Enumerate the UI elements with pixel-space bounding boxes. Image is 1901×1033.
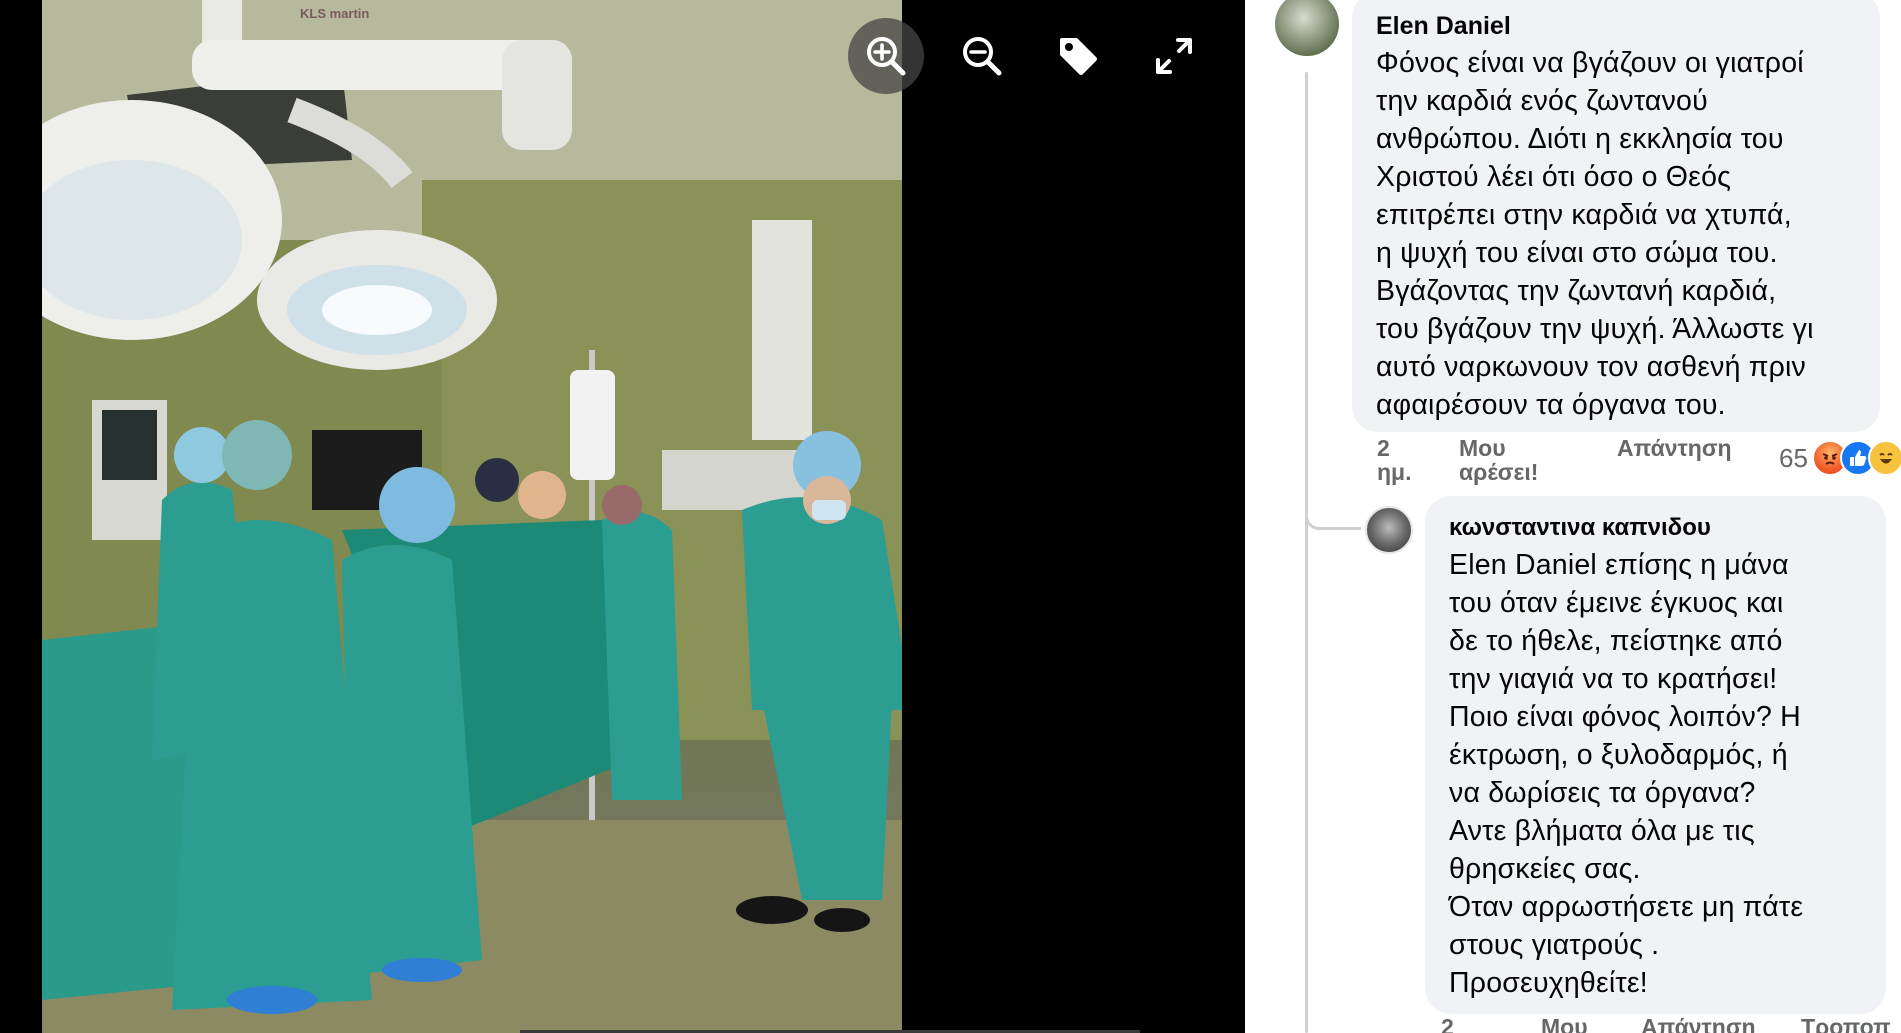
comment-bubble: κωνσταντινα καπνιδου Elen Daniel επίσης …	[1425, 496, 1886, 1014]
reaction-count: 65	[1779, 442, 1808, 473]
zoom-out-button[interactable]	[958, 20, 1006, 92]
operating-room-photo: KLS martin	[42, 0, 902, 1033]
comment-actions: 2 Μου Απάντηση Τροποπ	[1441, 1012, 1891, 1033]
reply-connector	[1305, 488, 1361, 530]
comment-time[interactable]: 2	[1441, 1012, 1541, 1033]
tag-icon	[1060, 38, 1097, 75]
comment-text: Elen Daniel επίσης η μάνα του όταν έμειν…	[1449, 549, 1804, 999]
fullscreen-button[interactable]	[1150, 20, 1198, 92]
avatar[interactable]	[1365, 506, 1413, 554]
edit-button[interactable]: Τροποπ	[1801, 1012, 1891, 1033]
comment-actions: 2 ημ. Μου αρέσει! Απάντηση	[1377, 436, 1777, 484]
comment-bubble: Elen Daniel Φόνος είναι να βγάζουν οι γι…	[1352, 0, 1880, 432]
thread-line	[1305, 72, 1308, 1033]
comment-author[interactable]: κωνσταντινα καπνιδου	[1449, 512, 1866, 544]
comment-author[interactable]: Elen Daniel	[1376, 10, 1860, 42]
haha-reaction-icon	[1867, 440, 1901, 476]
zoom-in-button[interactable]	[848, 18, 924, 94]
comments-panel: Elen Daniel Φόνος είναι να βγάζουν οι γι…	[1245, 0, 1901, 1033]
viewer-toolbar	[848, 18, 1198, 94]
photo-viewer: KLS martin	[0, 0, 1245, 1033]
zoom-in-icon	[867, 37, 906, 76]
reply-button[interactable]: Απάντηση	[1641, 1012, 1801, 1033]
comment-text: Φόνος είναι να βγάζουν οι γιατροί την κα…	[1376, 47, 1814, 421]
comment-time[interactable]: 2 ημ.	[1377, 436, 1459, 484]
photo-brand-text: KLS martin	[300, 6, 369, 21]
zoom-out-icon	[963, 37, 1002, 76]
tag-button[interactable]	[1054, 20, 1102, 92]
photo-illustration: KLS martin	[42, 0, 902, 1033]
fullscreen-icon	[1156, 38, 1192, 74]
reply-button[interactable]: Απάντηση	[1617, 436, 1777, 460]
avatar[interactable]	[1275, 0, 1339, 56]
like-button[interactable]: Μου	[1541, 1012, 1641, 1033]
reactions-summary[interactable]: 65	[1779, 440, 1901, 476]
like-button[interactable]: Μου αρέσει!	[1459, 436, 1617, 484]
